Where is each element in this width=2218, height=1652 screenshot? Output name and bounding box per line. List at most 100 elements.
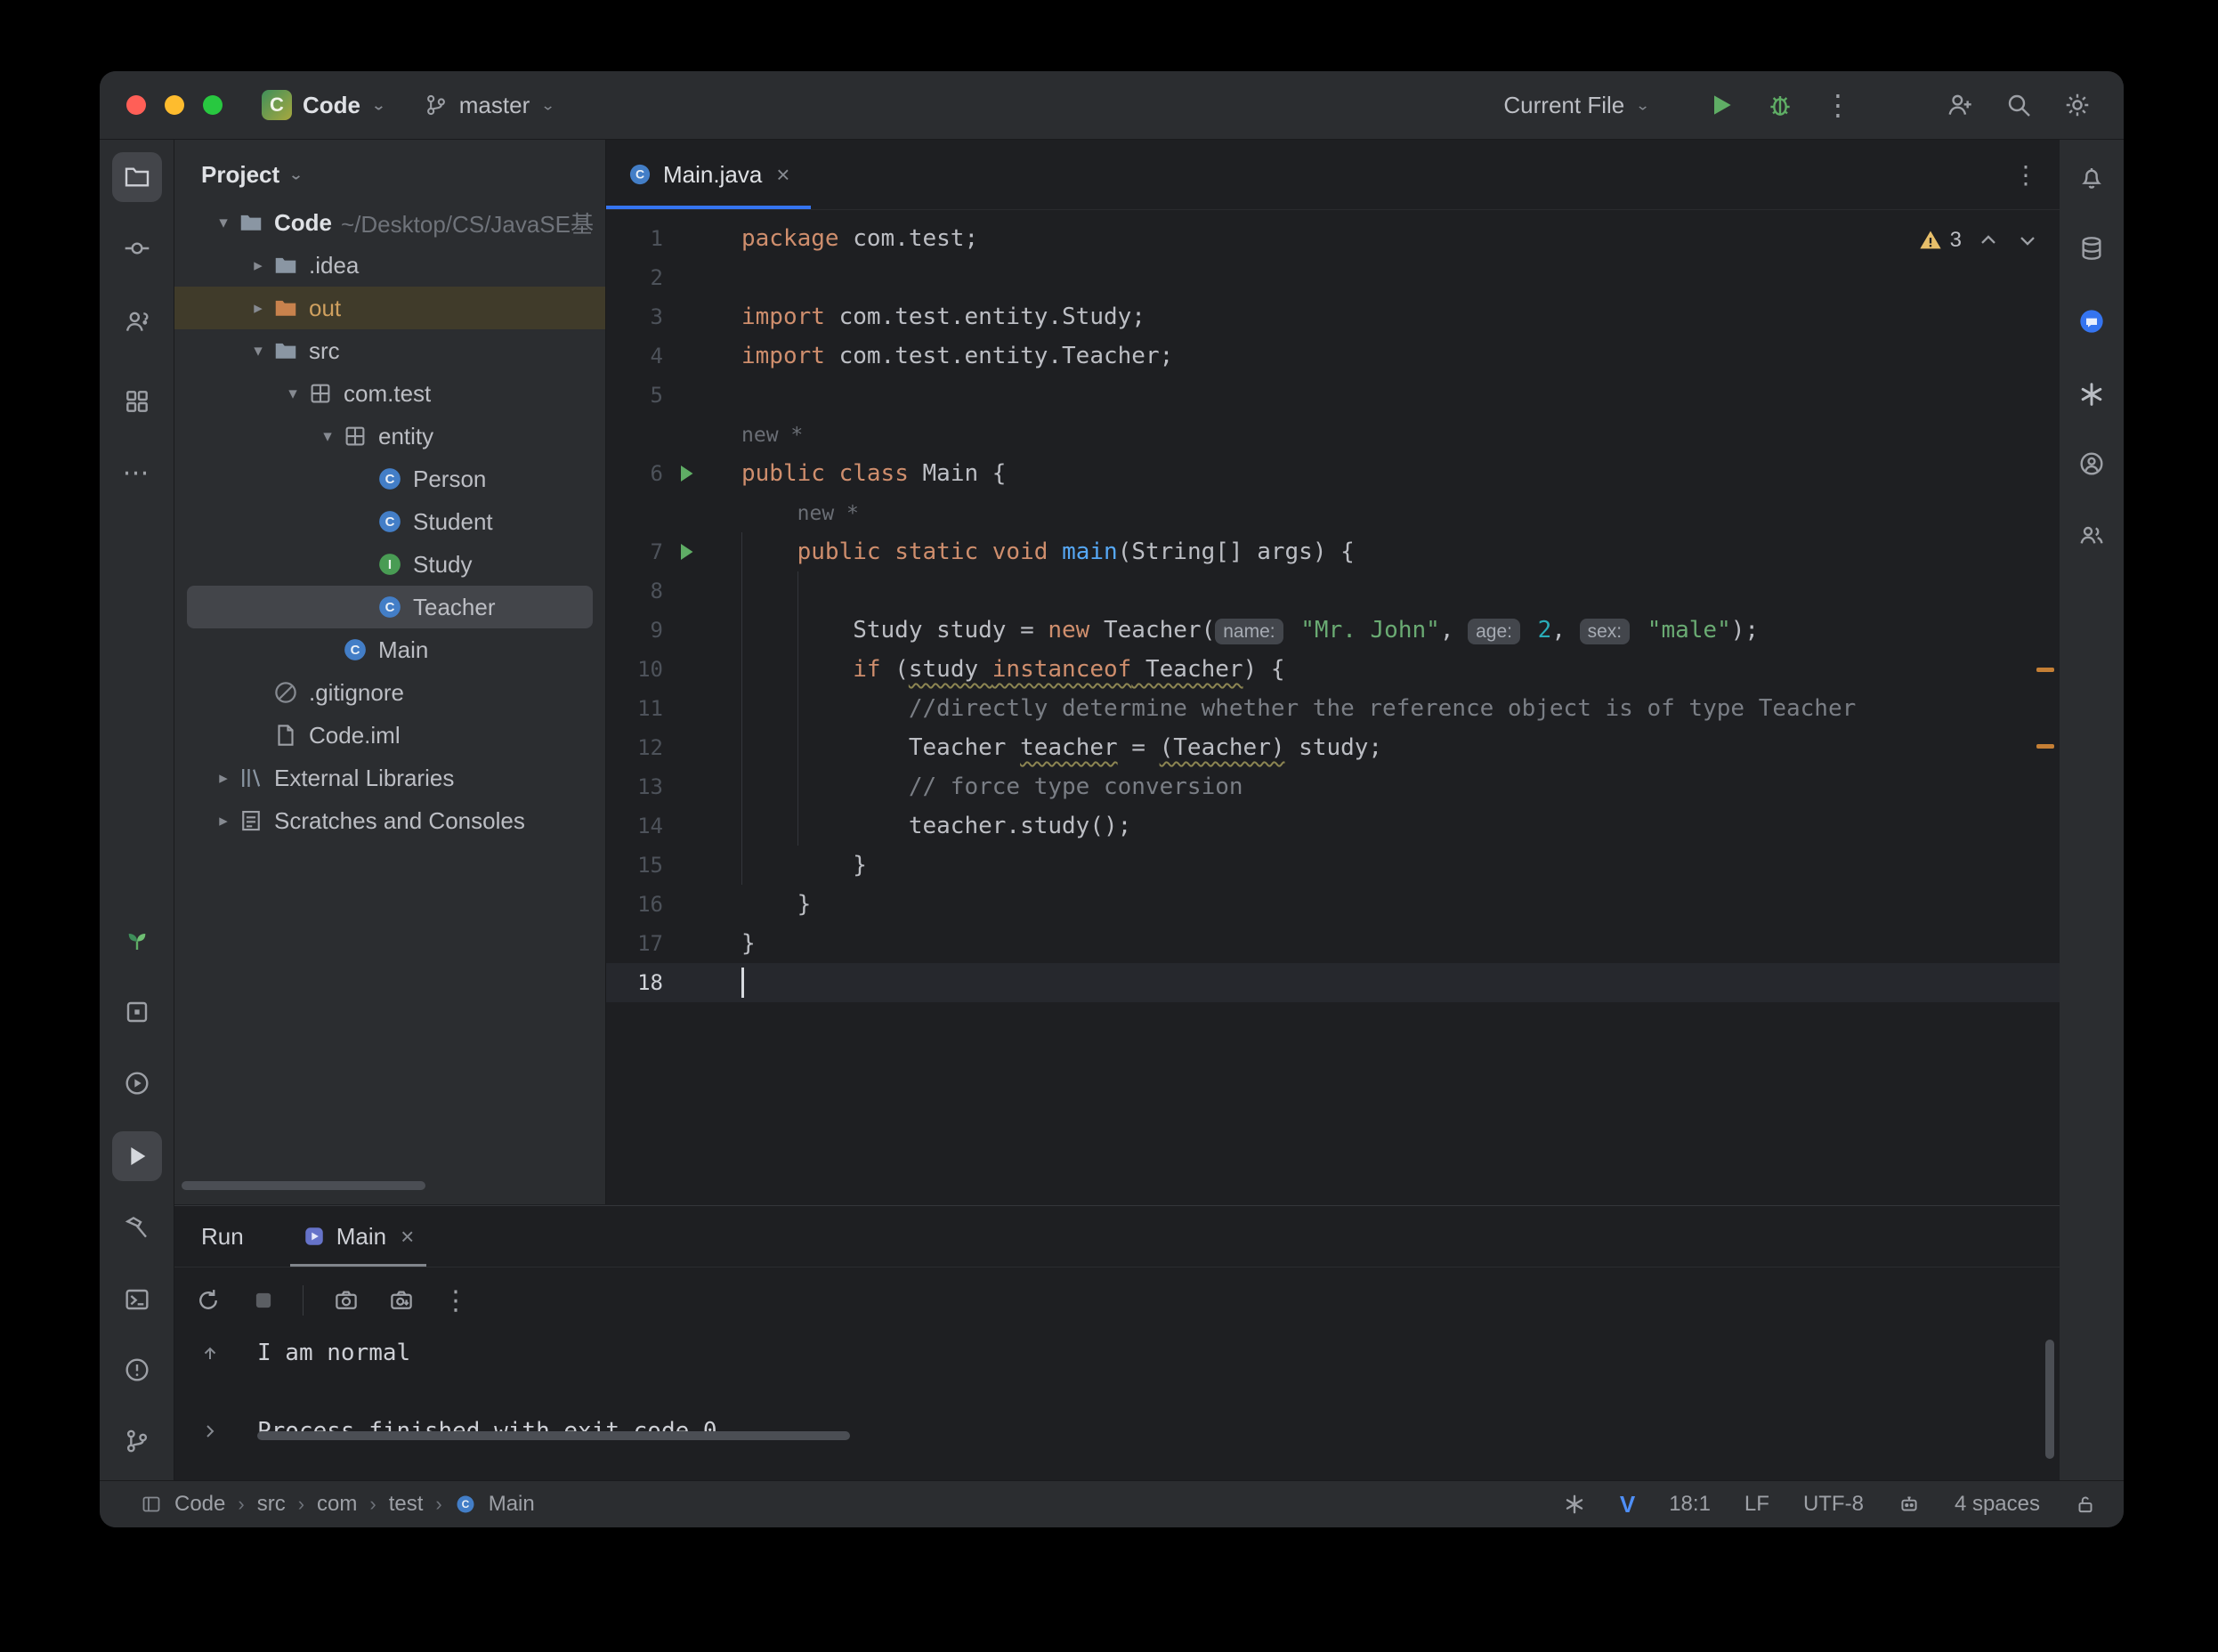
code-line[interactable]: 7 public static void main(String[] args)…	[606, 532, 2060, 571]
stop-button[interactable]	[242, 1279, 285, 1322]
chevron-right-icon[interactable]: ▸	[245, 298, 271, 319]
code-line[interactable]: 9 Study study = new Teacher(name: "Mr. J…	[606, 611, 2060, 650]
previous-warning-icon[interactable]	[1976, 228, 2001, 253]
lock-icon[interactable]	[2074, 1493, 2097, 1516]
code-line[interactable]: 1 package com.test;	[606, 219, 2060, 258]
next-warning-icon[interactable]	[2015, 228, 2040, 253]
code-line[interactable]: 5	[606, 376, 2060, 415]
rerun-button[interactable]	[187, 1279, 230, 1322]
breadcrumb-item[interactable]: src	[257, 1492, 286, 1517]
code-line[interactable]: 4 import com.test.entity.Teacher;	[606, 336, 2060, 376]
chevron-down-icon[interactable]: ▾	[314, 426, 341, 447]
code-line[interactable]: 3 import com.test.entity.Study;	[606, 297, 2060, 336]
warning-stripe-mark[interactable]	[2036, 744, 2054, 749]
tree-item-student[interactable]: C Student	[187, 500, 593, 543]
users-button[interactable]	[2067, 510, 2117, 560]
ai-chat-button[interactable]	[2067, 296, 2117, 346]
tree-item-main[interactable]: C Main	[187, 628, 593, 671]
services-toolwindow-button[interactable]	[112, 1058, 162, 1108]
minimize-window-button[interactable]	[165, 95, 184, 115]
warnings-counter[interactable]: 3	[1918, 228, 1962, 253]
v-plugin-icon[interactable]: V	[1620, 1491, 1635, 1518]
notifications-button[interactable]	[2067, 152, 2117, 202]
project-toolwindow-button[interactable]	[111, 152, 162, 202]
project-horizontal-scrollbar[interactable]	[182, 1181, 425, 1190]
fold-output-icon[interactable]	[194, 1412, 226, 1451]
chevron-down-icon[interactable]: ▾	[279, 384, 306, 404]
code-line[interactable]: 16 }	[606, 885, 2060, 924]
branch-widget[interactable]: master ⌄	[424, 92, 555, 119]
tree-item--idea[interactable]: ▸ .idea	[187, 244, 593, 287]
code-line[interactable]: 10 if (study instanceof Teacher) {	[606, 650, 2060, 689]
code-line[interactable]: 17}	[606, 924, 2060, 963]
console-vertical-scrollbar[interactable]	[2045, 1340, 2054, 1459]
close-tab-icon[interactable]: ×	[401, 1223, 414, 1251]
code-line[interactable]: 14 teacher.study();	[606, 806, 2060, 846]
code-line[interactable]: 8	[606, 571, 2060, 611]
bookmarks-toolwindow-button[interactable]	[112, 987, 162, 1037]
editor-tab-main-java[interactable]: C Main.java ×	[606, 140, 812, 209]
tree-item--gitignore[interactable]: .gitignore	[187, 671, 593, 714]
tree-item-study[interactable]: I Study	[187, 543, 593, 586]
terminal-toolwindow-button[interactable]	[112, 1275, 162, 1324]
warning-stripe-mark[interactable]	[2036, 668, 2054, 672]
code-line[interactable]: 11 //directly determine whether the refe…	[606, 689, 2060, 728]
tree-item-teacher[interactable]: C Teacher	[187, 586, 593, 628]
breadcrumb-item[interactable]: Code	[174, 1492, 225, 1517]
openai-icon[interactable]	[1563, 1493, 1586, 1516]
run-toolwindow-button[interactable]	[111, 1131, 162, 1181]
tree-item-src[interactable]: ▾ src	[187, 329, 593, 372]
commit-toolwindow-button[interactable]	[112, 223, 162, 273]
code-line[interactable]: 15 }	[606, 846, 2060, 885]
inspections-widget[interactable]: 3	[1918, 228, 2040, 253]
run-button[interactable]	[1702, 85, 1741, 125]
code-line[interactable]: 13 // force type conversion	[606, 767, 2060, 806]
caret-position-widget[interactable]: 18:1	[1669, 1492, 1711, 1517]
tree-item-external-libraries[interactable]: ▸ External Libraries	[187, 757, 593, 799]
encoding-widget[interactable]: UTF-8	[1803, 1492, 1864, 1517]
thread-dump-button[interactable]	[325, 1279, 368, 1322]
indent-widget[interactable]: 4 spaces	[1955, 1492, 2040, 1517]
project-widget[interactable]: C Code ⌄	[262, 90, 386, 120]
build-toolwindow-button[interactable]	[112, 1203, 162, 1252]
line-separator-widget[interactable]: LF	[1744, 1492, 1769, 1517]
chevron-right-icon[interactable]: ▸	[210, 768, 237, 789]
console-more-button[interactable]: ⋮	[435, 1279, 478, 1322]
tool-window-widget-icon[interactable]	[141, 1494, 162, 1515]
settings-button[interactable]	[2058, 85, 2097, 125]
version-control-button[interactable]	[112, 1416, 162, 1466]
code-line[interactable]: 2	[606, 258, 2060, 297]
robot-icon[interactable]	[1898, 1493, 1921, 1516]
structure-toolwindow-button[interactable]	[112, 377, 162, 426]
code-line[interactable]: 18	[606, 963, 2060, 1002]
breadcrumb-item[interactable]: test	[389, 1492, 424, 1517]
tree-item-code-iml[interactable]: Code.iml	[187, 714, 593, 757]
code-with-me-button[interactable]	[112, 296, 162, 346]
breadcrumb-item[interactable]: com	[317, 1492, 357, 1517]
chevron-right-icon[interactable]: ▸	[245, 255, 271, 276]
code-line[interactable]: 6 public class Main {	[606, 454, 2060, 493]
chevron-down-icon[interactable]: ▾	[210, 213, 237, 233]
code-line[interactable]: 12 Teacher teacher = (Teacher) study;	[606, 728, 2060, 767]
more-toolwindows-button[interactable]: ⋯	[112, 448, 162, 498]
run-line-icon[interactable]	[663, 541, 709, 563]
close-tab-icon[interactable]: ×	[776, 161, 789, 189]
memory-snapshot-button[interactable]	[380, 1279, 423, 1322]
run-console[interactable]: I am normalProcess finished with exit co…	[174, 1333, 2060, 1451]
tree-item-com-test[interactable]: ▾ com.test	[187, 372, 593, 415]
close-window-button[interactable]	[126, 95, 146, 115]
run-config-selector[interactable]: Current File ⌄	[1503, 92, 1650, 119]
tree-item-person[interactable]: C Person	[187, 458, 593, 500]
scroll-to-top-icon[interactable]	[194, 1333, 226, 1373]
run-line-icon[interactable]	[663, 463, 709, 484]
tab-options-icon[interactable]: ⋮	[2013, 160, 2038, 190]
problems-toolwindow-button[interactable]	[112, 1345, 162, 1395]
maximize-window-button[interactable]	[203, 95, 223, 115]
search-button[interactable]	[1999, 85, 2038, 125]
tree-item-scratches-and-consoles[interactable]: ▸ Scratches and Consoles	[187, 799, 593, 842]
code-editor[interactable]: 1 package com.test; 2 3 import com.test.enti…	[606, 210, 2060, 1002]
openai-plugin-button[interactable]	[2067, 369, 2117, 419]
code-line[interactable]: new *	[606, 415, 2060, 454]
editor-area[interactable]: C Main.java × ⋮ 1 package com.test; 2 3 impo…	[606, 140, 2060, 1204]
console-horizontal-scrollbar[interactable]	[257, 1431, 850, 1440]
